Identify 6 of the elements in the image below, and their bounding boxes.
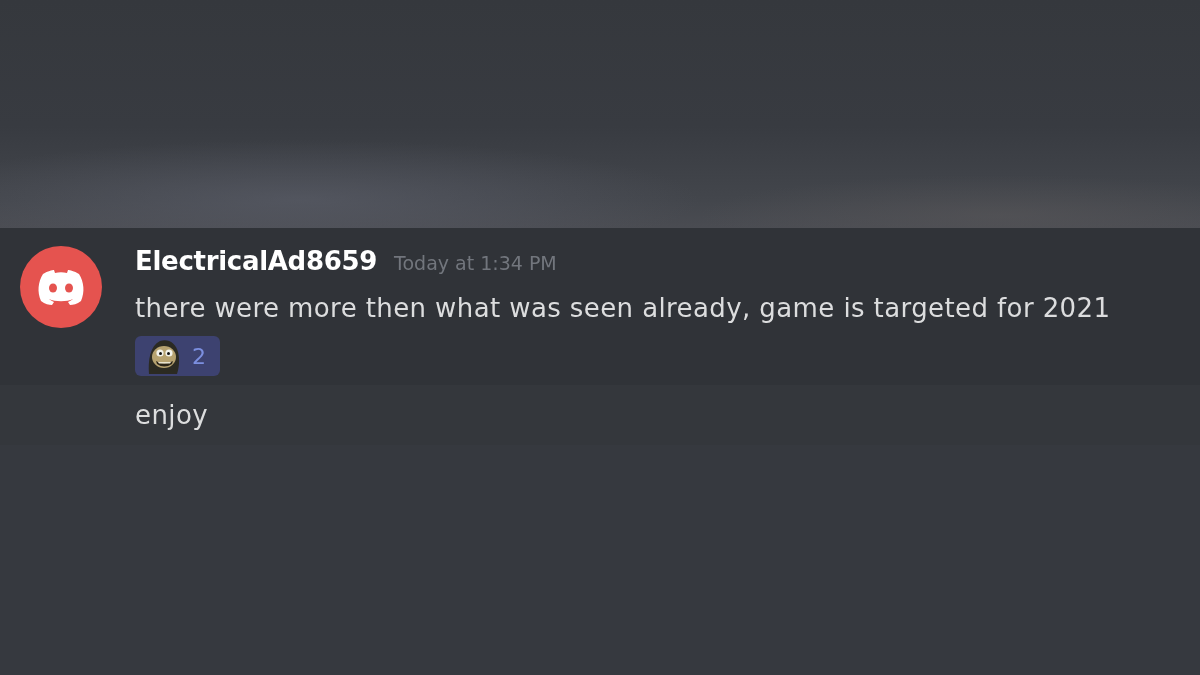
emoji-icon <box>146 338 180 374</box>
message-text: enjoy <box>135 400 208 430</box>
avatar-icon <box>20 246 102 328</box>
message-text: there were more then what was seen already, game is targeted for 2021 <box>135 292 1111 325</box>
username[interactable]: ElectricalAd8659 <box>135 246 378 276</box>
timestamp: Today at 1:34 PM <box>394 252 557 274</box>
